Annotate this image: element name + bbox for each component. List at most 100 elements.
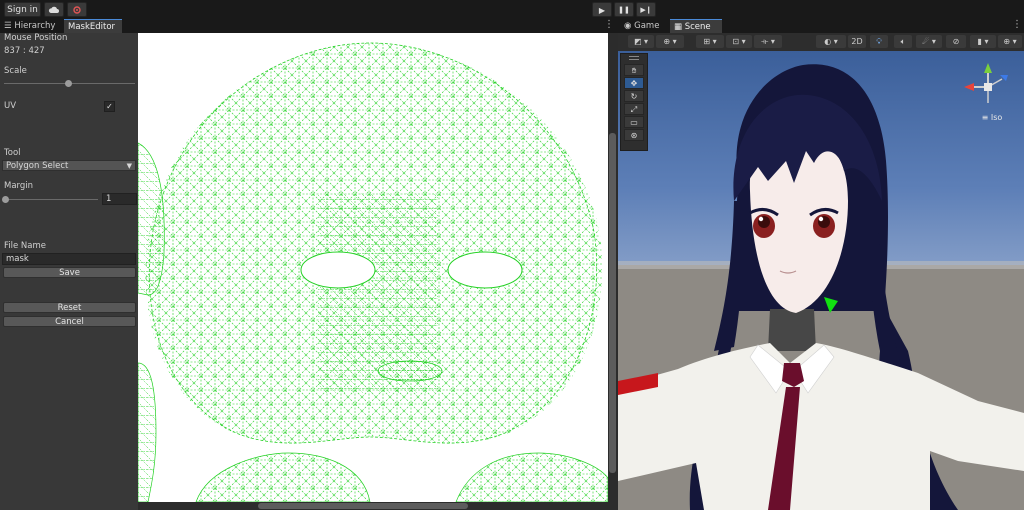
left-eye-hole — [300, 251, 376, 289]
grid-icon: ⊞ ▾ — [703, 37, 717, 46]
2d-toggle-button[interactable]: 2D — [848, 35, 866, 48]
vertical-scrollbar-thumb[interactable] — [609, 133, 616, 473]
step-icon: ▶❙ — [640, 6, 652, 14]
side-uv-island-top — [138, 142, 165, 296]
scale-label: Scale — [4, 66, 27, 76]
collab-button[interactable] — [67, 2, 87, 17]
lighting-toggle-button[interactable]: 💡︎ — [870, 35, 888, 48]
scale-slider-thumb[interactable] — [65, 80, 73, 87]
vertical-scrollbar[interactable] — [608, 33, 618, 502]
scene-icon: ▦ — [674, 22, 685, 32]
uv-wireframe — [138, 42, 608, 502]
eye-slash-icon: ⊘ — [952, 37, 960, 46]
cancel-button[interactable]: Cancel — [3, 316, 136, 327]
pause-icon: ❚❚ — [618, 6, 630, 14]
uv-checkbox[interactable]: ✓ — [104, 101, 115, 112]
margin-slider-thumb[interactable] — [2, 196, 9, 203]
globe-icon: ⊕ ▾ — [663, 37, 677, 46]
cloud-button[interactable] — [44, 2, 64, 17]
uv-label: UV — [4, 101, 17, 111]
more-options-icon[interactable]: ⋮ — [604, 19, 614, 30]
draw-mode-button[interactable]: ◩ ▾ — [628, 35, 654, 48]
left-tab-bar: ☰ Hierarchy MaskEditor ⋮ — [0, 19, 618, 33]
ruler-icon: ⟛ ▾ — [761, 37, 775, 46]
rect-tool-button[interactable]: ▭ — [624, 116, 644, 128]
right-eye-hole — [447, 251, 523, 289]
iso-icon: ≡ — [981, 113, 991, 122]
sphere-icon: ◐ ▾ — [824, 37, 838, 46]
scene-toolbar: ◩ ▾ ⊕ ▾ ⊞ ▾ ⊡ ▾ ⟛ ▾ ◐ ▾ 2D 💡︎ 🔈︎ ☄ ▾ ⊘ ▮… — [618, 33, 1024, 51]
scale-icon: ⤢ — [630, 105, 638, 114]
reset-button[interactable]: Reset — [3, 302, 136, 313]
axis-gizmo-icon — [964, 63, 1008, 103]
transform-tool-button[interactable]: ⊛ — [624, 129, 644, 141]
main-toolbar: Sign in ▶ ❚❚ ▶❙ — [0, 0, 1024, 19]
collab-icon — [73, 6, 81, 14]
tab-game[interactable]: ◉ Game — [620, 19, 668, 33]
hand-icon: ✋︎ — [631, 66, 637, 75]
rotate-tool-button[interactable]: ↻ — [624, 90, 644, 102]
gizmos-icon: ⊕ ▾ — [1003, 37, 1017, 46]
checkmark-icon: ✓ — [106, 102, 113, 111]
scene-tools-palette: ✋︎ ✥ ↻ ⤢ ▭ ⊛ — [620, 53, 648, 151]
scene-view[interactable]: ✋︎ ✥ ↻ ⤢ ▭ ⊛ ≡ Iso — [618, 51, 1024, 510]
draw-mode-icon: ◩ ▾ — [633, 37, 649, 46]
play-icon: ▶ — [598, 6, 606, 15]
step-button[interactable]: ▶❙ — [636, 2, 656, 17]
bottom-uv-island-right — [455, 452, 608, 502]
play-button[interactable]: ▶ — [592, 2, 612, 17]
save-button[interactable]: Save — [3, 267, 136, 278]
bulb-icon: 💡︎ — [876, 37, 882, 46]
hand-tool-button[interactable]: ✋︎ — [624, 64, 644, 76]
file-name-input[interactable]: mask — [2, 253, 136, 265]
tab-hierarchy[interactable]: ☰ Hierarchy — [0, 19, 62, 33]
mouth-region — [377, 360, 443, 382]
mouse-position-label: Mouse Position — [4, 33, 68, 43]
camera-button[interactable]: ▮ ▾ — [970, 35, 996, 48]
horizontal-scrollbar[interactable] — [138, 502, 618, 510]
pause-button[interactable]: ❚❚ — [614, 2, 634, 17]
margin-slider-track[interactable] — [4, 199, 98, 200]
palette-drag-handle-icon[interactable] — [629, 56, 639, 60]
projection-label[interactable]: ≡ Iso — [972, 113, 1012, 122]
tab-scene[interactable]: ▦ Scene — [670, 19, 722, 33]
global-local-button[interactable]: ⊕ ▾ — [656, 35, 684, 48]
margin-input[interactable]: 1 — [102, 193, 137, 205]
effects-button[interactable]: ☄ ▾ — [916, 35, 942, 48]
shading-mode-button[interactable]: ◐ ▾ — [816, 35, 846, 48]
side-uv-island-bottom — [138, 362, 157, 502]
file-name-label: File Name — [4, 241, 47, 251]
snap-icon: ⊡ ▾ — [732, 37, 746, 46]
speaker-icon: 🔈︎ — [900, 37, 906, 46]
tab-mask-editor[interactable]: MaskEditor — [64, 19, 122, 33]
transform-icon: ⊛ — [630, 131, 638, 140]
uv-canvas[interactable] — [138, 33, 608, 502]
margin-label: Margin — [4, 181, 34, 191]
orientation-gizmo[interactable]: ≡ Iso — [962, 61, 1014, 123]
effects-icon: ☄ ▾ — [922, 37, 936, 46]
snap-increment-button[interactable]: ⊡ ▾ — [726, 35, 752, 48]
right-tab-bar: ◉ Game ▦ Scene ⋮ — [618, 19, 1024, 33]
rect-transform-icon: ▭ — [630, 118, 638, 127]
scale-tool-button[interactable]: ⤢ — [624, 103, 644, 115]
move-icon: ✥ — [630, 79, 638, 88]
mask-editor-panel: Mouse Position 837 : 427 Scale UV ✓ Tool… — [0, 33, 138, 510]
tool-dropdown[interactable]: Polygon Select ▼ — [2, 160, 136, 171]
tool-label: Tool — [4, 148, 21, 158]
game-icon: ◉ — [624, 21, 635, 31]
hidden-objects-button[interactable]: ⊘ — [946, 35, 966, 48]
grid-snap-button[interactable]: ⊞ ▾ — [696, 35, 724, 48]
move-tool-button[interactable]: ✥ — [624, 77, 644, 89]
dropdown-arrow-icon: ▼ — [126, 162, 132, 170]
horizontal-scrollbar-thumb[interactable] — [258, 503, 468, 509]
hierarchy-icon: ☰ — [4, 21, 15, 31]
sign-in-button[interactable]: Sign in — [4, 2, 41, 17]
camera-icon: ▮ ▾ — [977, 37, 989, 46]
bottom-uv-island-left — [195, 452, 371, 502]
vertex-snap-button[interactable]: ⟛ ▾ — [754, 35, 782, 48]
rotate-icon: ↻ — [630, 92, 638, 101]
gizmos-button[interactable]: ⊕ ▾ — [998, 35, 1022, 48]
mouse-position-value: 837 : 427 — [4, 46, 45, 56]
audio-toggle-button[interactable]: 🔈︎ — [894, 35, 912, 48]
scene-more-options-icon[interactable]: ⋮ — [1012, 19, 1022, 30]
